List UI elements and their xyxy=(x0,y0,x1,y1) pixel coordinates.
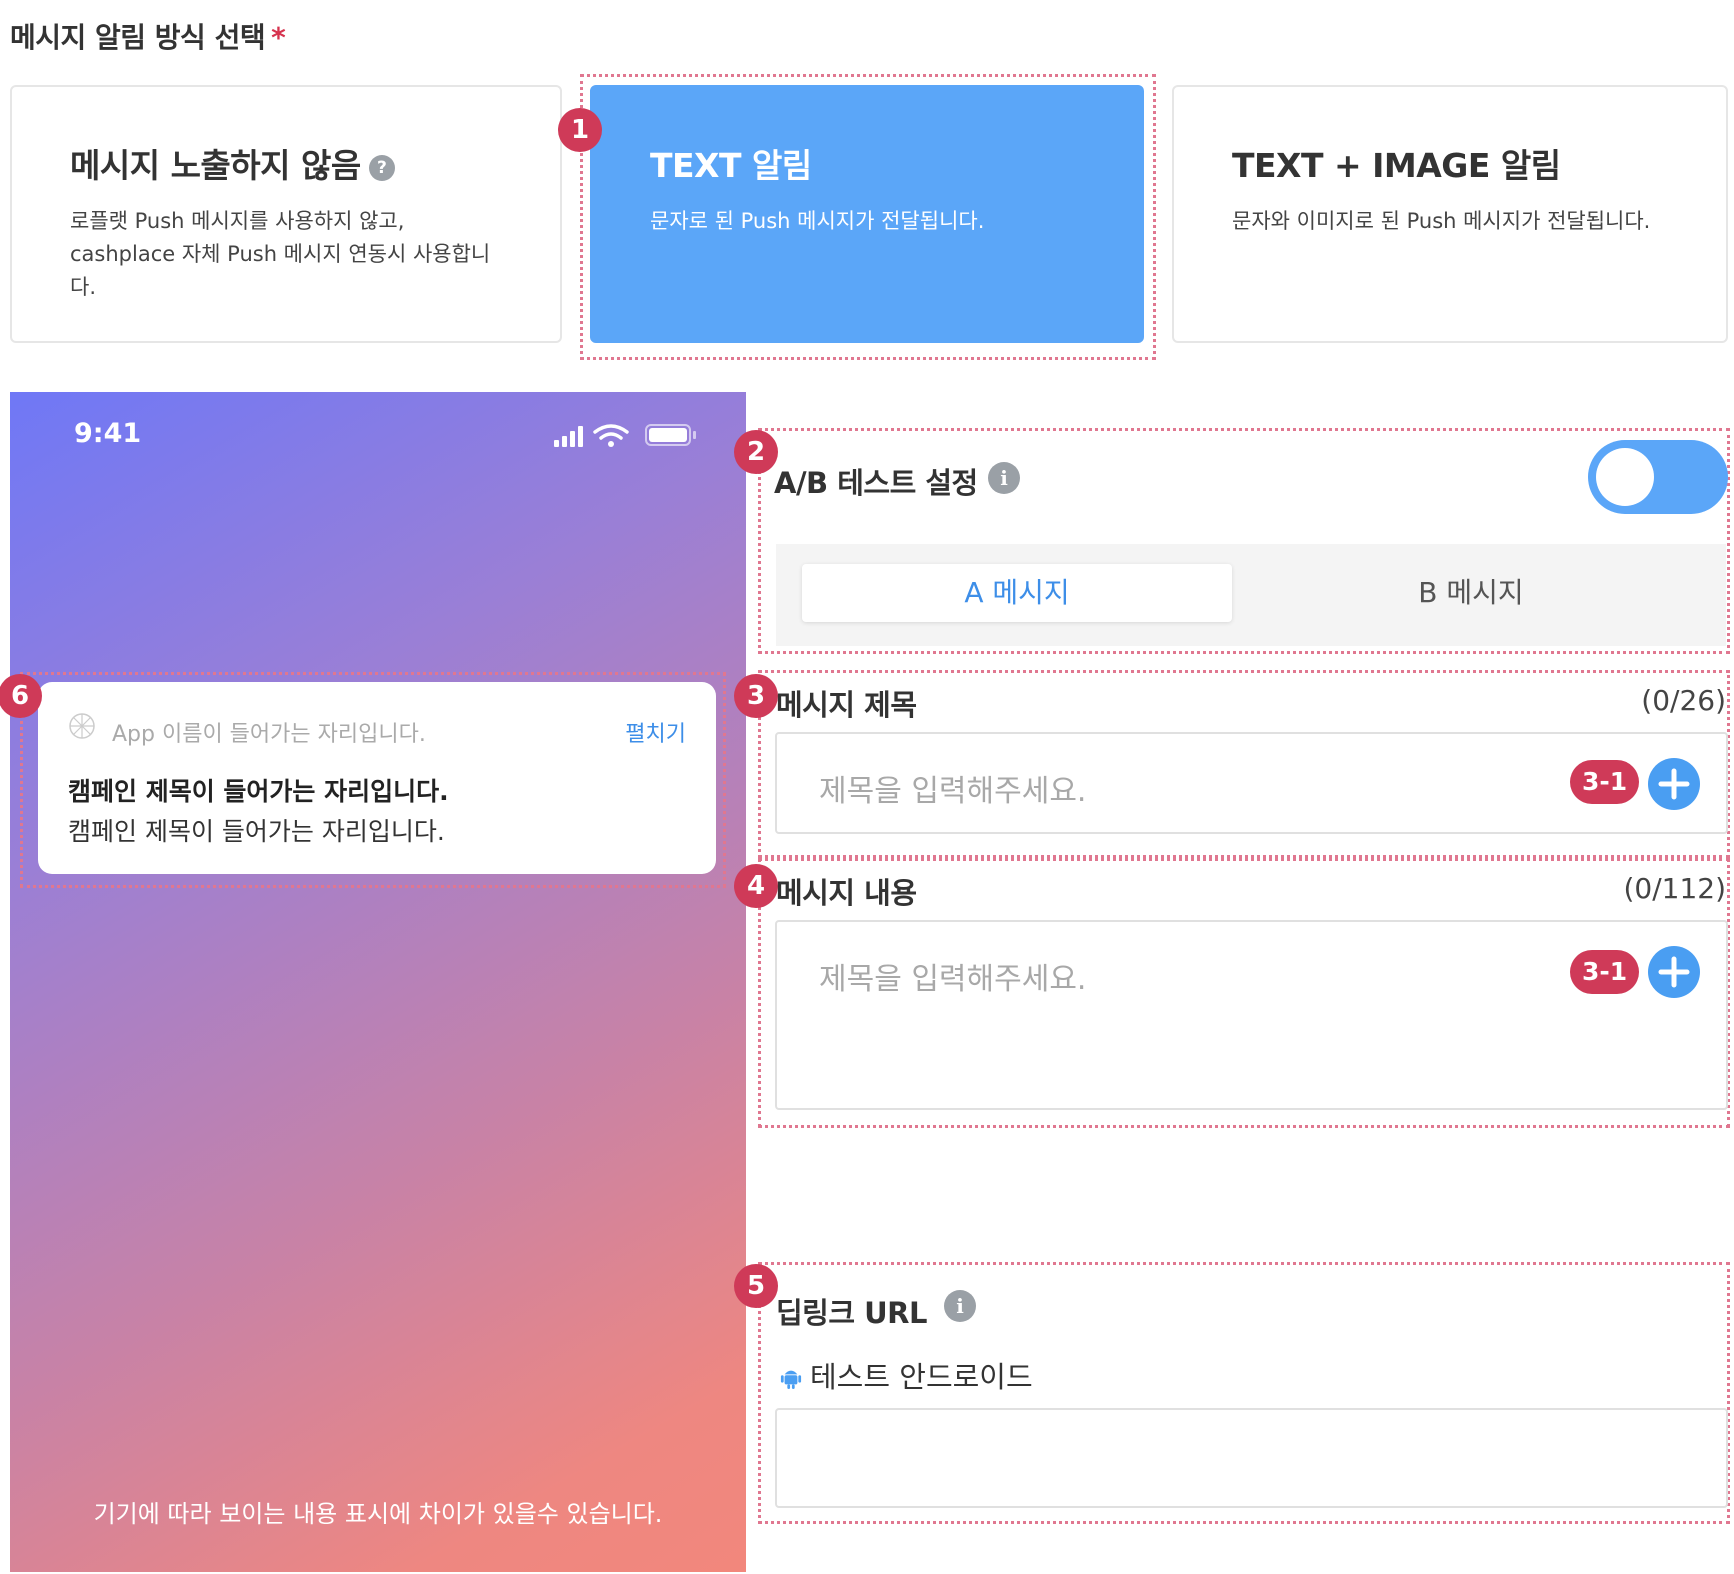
option-card-text-image[interactable]: TEXT + IMAGE 알림 문자와 이미지로 된 Push 메시지가 전달됩… xyxy=(1172,85,1728,343)
signal-icon xyxy=(554,426,583,447)
preview-disclaimer: 기기에 따라 보이는 내용 표시에 차이가 있을수 있습니다. xyxy=(93,1500,663,1528)
message-body-counter: (0/112) xyxy=(1623,872,1726,905)
option-card-title: 메시지 노출하지 않음? xyxy=(70,139,395,187)
ab-message-tabs: A 메시지 B 메시지 xyxy=(776,544,1726,646)
status-bar-icons xyxy=(554,424,696,447)
plus-icon xyxy=(1658,956,1690,988)
option-card-desc: 문자와 이미지로 된 Push 메시지가 전달됩니다. xyxy=(1232,209,1651,233)
toggle-knob xyxy=(1596,448,1654,506)
ab-test-label: A/B 테스트 설정 xyxy=(774,466,978,500)
option-card-title: TEXT + IMAGE 알림 xyxy=(1232,146,1561,185)
info-icon[interactable]: i xyxy=(988,462,1020,494)
android-platform-label: 테스트 안드로이드 xyxy=(780,1354,1033,1396)
info-icon[interactable]: i xyxy=(944,1290,976,1322)
ab-test-toggle[interactable] xyxy=(1588,440,1728,514)
highlight-box-6 xyxy=(20,672,726,888)
badge-6: 6 xyxy=(0,674,42,718)
message-title-label: 메시지 제목 xyxy=(776,688,917,722)
option-card-desc: 로플랫 Push 메시지를 사용하지 않고, cashplace 자체 Push… xyxy=(70,209,491,299)
required-mark: * xyxy=(271,21,286,54)
tab-b-message[interactable]: B 메시지 xyxy=(1236,564,1706,622)
insert-variable-button[interactable] xyxy=(1648,758,1700,810)
section-title-text: 메시지 알림 방식 선택 xyxy=(10,21,266,54)
deeplink-label: 딥링크 URL xyxy=(776,1296,928,1330)
tab-a-message[interactable]: A 메시지 xyxy=(802,564,1232,622)
status-time: 9:41 xyxy=(74,418,142,449)
option-card-no-message[interactable]: 메시지 노출하지 않음? 로플랫 Push 메시지를 사용하지 않고, cash… xyxy=(10,85,562,343)
android-label-text: 테스트 안드로이드 xyxy=(810,1360,1033,1394)
message-body-textarea[interactable]: 제목을 입력해주세요. xyxy=(775,920,1728,1110)
help-icon[interactable]: ? xyxy=(368,155,395,181)
option-card-text[interactable]: TEXT 알림 문자로 된 Push 메시지가 전달됩니다. xyxy=(590,85,1144,343)
badge-3: 3 xyxy=(734,674,778,718)
message-title-placeholder: 제목을 입력해주세요. xyxy=(819,774,1087,809)
message-body-placeholder: 제목을 입력해주세요. xyxy=(819,962,1087,997)
badge-5: 5 xyxy=(734,1264,778,1308)
badge-3-1: 3-1 xyxy=(1570,950,1640,994)
option-card-title: TEXT 알림 xyxy=(650,146,812,185)
android-icon xyxy=(780,1370,802,1389)
wifi-icon xyxy=(593,424,629,440)
phone-preview: 9:41 App 이름이 들어가는 자리입니다. 펼치기 캠페인 제목이 들어가… xyxy=(10,392,746,1572)
option-card-desc: 문자로 된 Push 메시지가 전달됩니다. xyxy=(650,209,985,233)
badge-1: 1 xyxy=(558,108,602,152)
message-body-label: 메시지 내용 xyxy=(776,876,917,910)
plus-icon xyxy=(1658,768,1690,800)
deeplink-android-input[interactable] xyxy=(775,1408,1728,1508)
badge-4: 4 xyxy=(734,864,778,908)
section-title: 메시지 알림 방식 선택 * xyxy=(10,16,286,56)
insert-variable-button[interactable] xyxy=(1648,946,1700,998)
badge-2: 2 xyxy=(734,430,778,474)
message-title-counter: (0/26) xyxy=(1641,684,1726,717)
battery-icon xyxy=(645,424,696,446)
badge-3-1: 3-1 xyxy=(1570,760,1640,804)
